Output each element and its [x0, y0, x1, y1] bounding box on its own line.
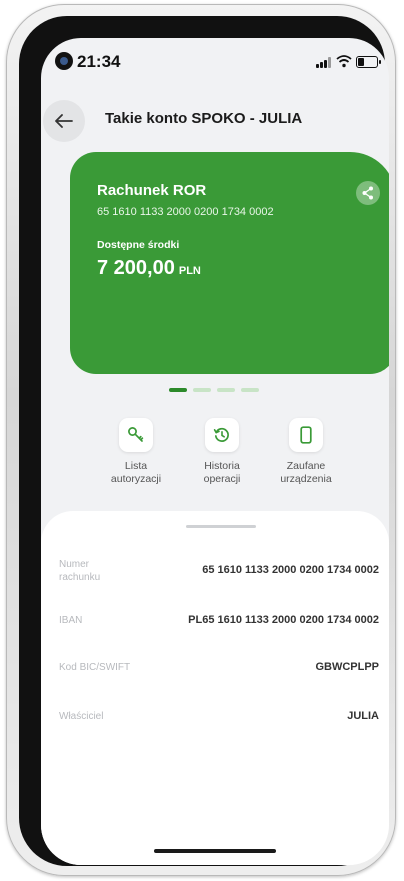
operations-history-label: Historia operacji	[182, 460, 262, 486]
label-line: rachunku	[59, 572, 101, 583]
owner-label: Właściciel	[59, 711, 104, 722]
action-label-line: urządzenia	[280, 473, 332, 485]
back-button[interactable]	[43, 100, 85, 142]
phone-bezel: 21:34 Takie konto SPOKO - JULIA Rachunek…	[19, 16, 389, 866]
action-label-line: Zaufane	[286, 460, 326, 472]
history-icon	[205, 418, 239, 452]
account-number-row: Numer rachunku 65 1610 1133 2000 0200 17…	[59, 558, 379, 598]
trusted-devices-button[interactable]: Zaufane urządzenia	[266, 418, 346, 486]
swift-value: GBWCPLPP	[315, 661, 379, 673]
account-name: Rachunek ROR	[97, 182, 207, 199]
battery-icon	[356, 56, 381, 68]
signal-icon	[316, 57, 332, 68]
iban-value: PL65 1610 1133 2000 0200 1734 0002	[188, 614, 379, 626]
home-indicator[interactable]	[154, 849, 276, 853]
action-label-line: autoryzacji	[110, 473, 162, 485]
share-button[interactable]	[356, 181, 380, 205]
wifi-icon	[336, 55, 352, 68]
status-time: 21:34	[77, 52, 121, 71]
action-label-line: Lista	[124, 460, 148, 472]
operations-history-button[interactable]: Historia operacji	[182, 418, 262, 486]
label-line: Numer	[59, 559, 90, 570]
arrow-left-icon	[55, 114, 73, 128]
balance-amount: 7 200,00 PLN	[97, 257, 201, 280]
account-card[interactable]: Rachunek ROR 65 1610 1133 2000 0200 1734…	[70, 152, 389, 374]
iban-label: IBAN	[59, 615, 83, 626]
carousel-dot[interactable]	[169, 388, 187, 392]
action-label-line: operacji	[203, 473, 241, 485]
authorizations-list-label: Lista autoryzacji	[96, 460, 176, 486]
swift-row: Kod BIC/SWIFT GBWCPLPP	[59, 661, 379, 701]
recording-indicator-icon	[55, 52, 73, 70]
owner-row: Właściciel JULIA	[59, 710, 379, 750]
carousel-dot[interactable]	[217, 388, 235, 392]
phone-icon	[289, 418, 323, 452]
share-icon	[362, 186, 373, 200]
action-label-line: Historia	[204, 460, 240, 472]
authorizations-list-button[interactable]: Lista autoryzacji	[96, 418, 176, 486]
carousel-dot[interactable]	[193, 388, 211, 392]
balance-label: Dostępne środki	[97, 239, 180, 251]
key-icon	[119, 418, 153, 452]
account-number: 65 1610 1133 2000 0200 1734 0002	[97, 206, 274, 218]
iban-row: IBAN PL65 1610 1133 2000 0200 1734 0002	[59, 614, 379, 654]
status-bar: 21:34	[41, 38, 389, 86]
trusted-devices-label: Zaufane urządzenia	[266, 460, 346, 486]
sheet-drag-handle[interactable]	[186, 525, 256, 528]
balance-currency: PLN	[178, 265, 201, 277]
carousel-dot[interactable]	[241, 388, 259, 392]
account-number-value: 65 1610 1133 2000 0200 1734 0002	[202, 564, 379, 576]
account-details-sheet: Numer rachunku 65 1610 1133 2000 0200 17…	[41, 511, 389, 865]
account-number-label: Numer rachunku	[59, 558, 139, 584]
owner-value: JULIA	[347, 710, 379, 722]
app-screen: 21:34 Takie konto SPOKO - JULIA Rachunek…	[41, 38, 389, 865]
swift-label: Kod BIC/SWIFT	[59, 662, 131, 673]
phone-frame: 21:34 Takie konto SPOKO - JULIA Rachunek…	[6, 4, 396, 876]
page-title: Takie konto SPOKO - JULIA	[105, 110, 303, 127]
balance-value: 7 200,00	[97, 257, 175, 279]
